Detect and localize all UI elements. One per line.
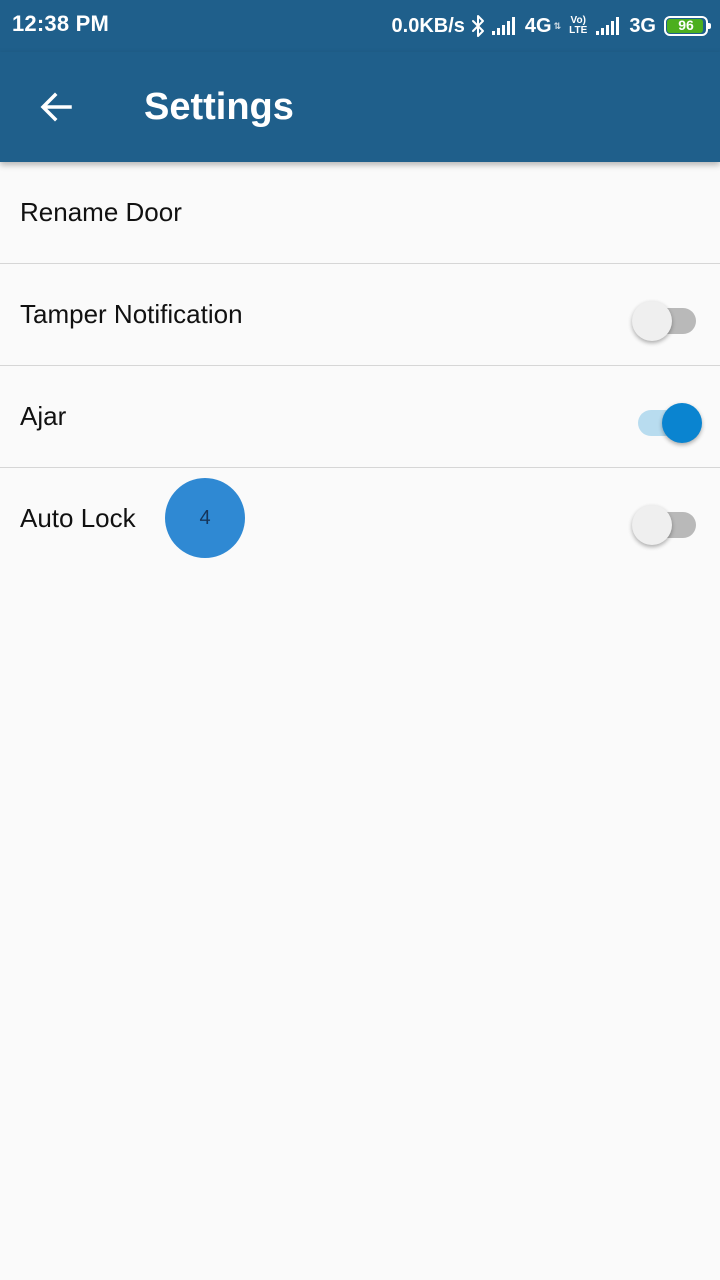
status-time: 12:38 PM — [12, 11, 109, 36]
setting-label: Ajar — [20, 401, 67, 431]
setting-tamper-notification[interactable]: Tamper Notification — [0, 264, 720, 366]
signal-icon — [595, 16, 623, 36]
switch-thumb — [662, 403, 702, 443]
app-bar: Settings — [0, 52, 720, 162]
setting-label: Tamper Notification — [20, 299, 243, 329]
battery-icon: 96 — [664, 16, 711, 36]
back-button[interactable] — [20, 71, 92, 143]
signal-icon — [491, 16, 519, 36]
setting-rename-door[interactable]: Rename Door — [0, 162, 720, 264]
touch-indicator: 4 — [165, 478, 245, 558]
bluetooth-icon — [471, 14, 485, 38]
battery-level-text: 96 — [678, 17, 694, 33]
volte-icon: Vo) LTE — [569, 16, 587, 36]
setting-label: Auto Lock — [20, 503, 136, 533]
network-speed: 0.0KB/s — [391, 14, 465, 37]
volte-bottom-label: LTE — [569, 25, 588, 36]
network-type-4g: 4G — [524, 14, 552, 37]
settings-list: Rename Door Tamper Notification Ajar Aut… — [0, 162, 720, 569]
setting-auto-lock[interactable]: Auto Lock — [0, 468, 720, 569]
network-type-3g: 3G — [629, 14, 656, 37]
data-arrows-icon: ⇅ — [553, 20, 562, 31]
ajar-toggle[interactable] — [632, 398, 702, 443]
status-icons: 0.0KB/s 4G ⇅ Vo) LTE 3G 96 — [391, 0, 711, 52]
auto-lock-toggle[interactable] — [632, 500, 702, 545]
status-bar: 12:38 PM 0.0KB/s 4G ⇅ Vo) LTE 3G 96 — [0, 0, 720, 52]
battery-tip — [708, 23, 711, 29]
arrow-left-icon — [40, 92, 72, 122]
switch-thumb — [632, 301, 672, 341]
setting-label: Rename Door — [20, 197, 182, 227]
switch-thumb — [632, 505, 672, 545]
page-title: Settings — [144, 86, 294, 128]
setting-ajar[interactable]: Ajar — [0, 366, 720, 468]
tamper-notification-toggle[interactable] — [632, 296, 702, 341]
